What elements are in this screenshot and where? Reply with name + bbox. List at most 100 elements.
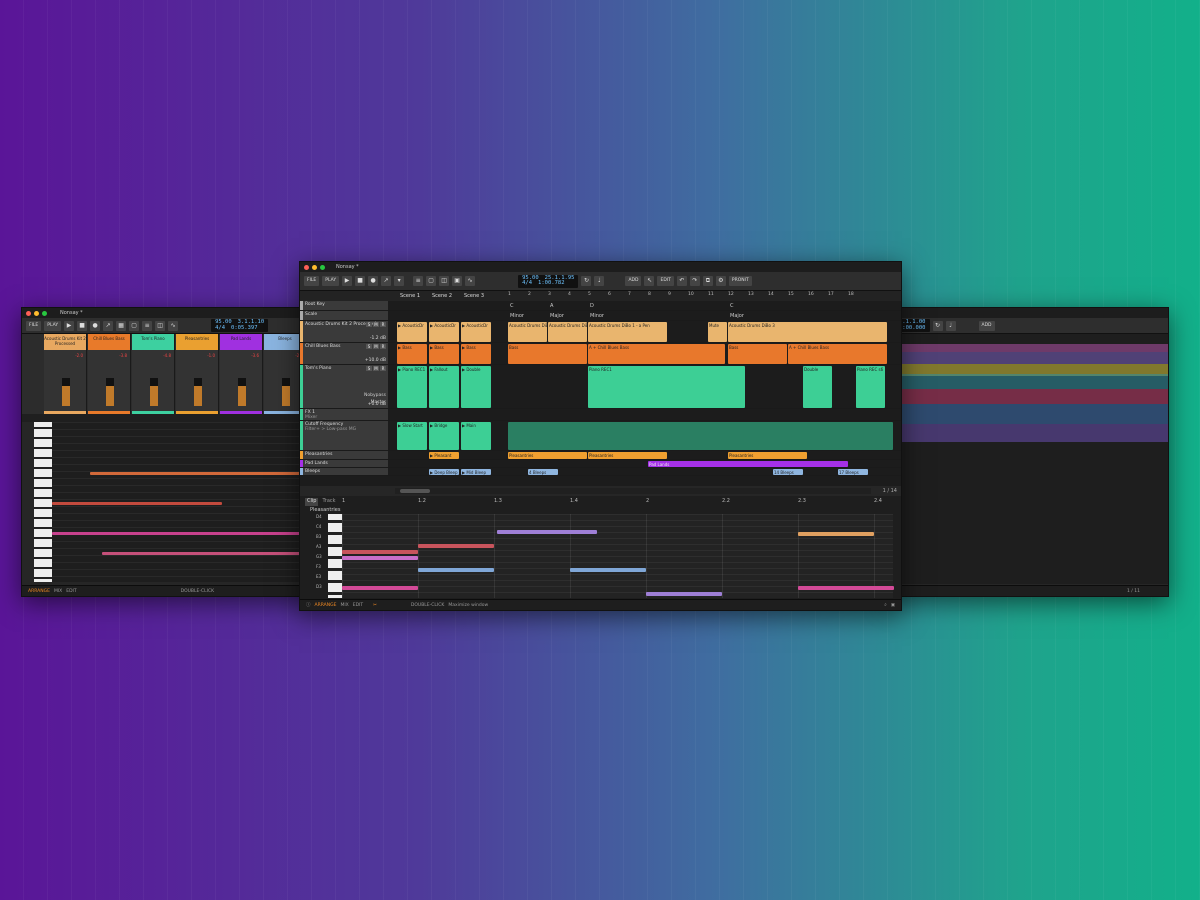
clip[interactable]: A + Chill Blues Bass [788,344,887,364]
main-transport-display[interactable]: 95.00 25.1.1.95 4/4 1:00.782 [518,274,579,288]
midi-note[interactable] [418,544,494,548]
midi-note[interactable] [342,556,418,560]
zoom-icon[interactable] [42,310,47,316]
track-volume[interactable]: +10.0 dB [365,358,386,363]
clip[interactable]: A + Chill Blues Bass [588,344,725,364]
midi-note[interactable] [342,586,418,590]
track-header[interactable]: Bleeps [300,468,388,475]
pointer-icon[interactable]: ↖ [644,276,655,286]
midi-note[interactable] [52,532,310,535]
clip[interactable]: ▶ Main [461,422,491,450]
clip[interactable]: ▶ Deep Bleep [429,469,459,475]
browser-icon[interactable]: ◫ [439,276,450,286]
loop-icon[interactable]: ↻ [932,320,943,331]
track-option[interactable]: Master [371,400,386,405]
close-icon[interactable] [304,264,309,270]
clip[interactable]: Pad Lands [648,461,848,467]
undo-icon[interactable]: ↶ [676,276,687,286]
clip[interactable]: ▶ Slow Start [397,422,427,450]
file-button[interactable]: FILE [26,320,42,331]
play-icon[interactable]: ▶ [342,276,353,286]
midi-note[interactable] [90,472,310,475]
clip[interactable]: Acoustic Drums DiBo 3 [728,322,887,342]
midi-note[interactable] [342,550,418,554]
clip-tab[interactable]: Clip [305,498,319,506]
clip[interactable]: Pleasantries [588,452,667,459]
redo-icon[interactable]: ↷ [689,276,700,286]
mixer-channel[interactable]: Chill Blues Bass -3.8 [88,334,131,414]
track-header[interactable]: Tom's Piano S M R +0.0 dB Nobypass Master [300,365,388,408]
track-header[interactable]: Pad Lands [300,460,388,467]
clip[interactable]: ▶ Bass [429,344,459,364]
clip[interactable]: ▶ Fallout [429,366,459,408]
mix-tab[interactable]: MIX [340,603,348,608]
midi-note[interactable] [798,532,874,536]
track-header[interactable]: Root Key [300,301,388,310]
track-header[interactable]: FX 1 Mixer [300,409,388,420]
record-icon[interactable]: ● [90,320,101,331]
automation-lane[interactable] [901,389,1168,404]
list-icon[interactable]: ≡ [413,276,424,286]
wave-icon[interactable]: ∿ [168,320,179,331]
clip[interactable]: ▶ Bridge [429,422,459,450]
clip[interactable]: Acoustic Drums DiBo 1 - a Pen [588,322,667,342]
play-button[interactable]: PLAY [322,276,340,286]
mute-button[interactable]: M [373,366,379,371]
metronome-icon[interactable]: ♩ [945,320,956,331]
clip[interactable]: ▶ AcousticDr [461,322,491,342]
zoom-icon[interactable] [320,264,325,270]
arm-button[interactable]: R [380,366,386,371]
solo-button[interactable]: S [366,366,372,371]
copy-icon[interactable]: ⧉ [702,276,713,286]
solo-button[interactable]: S [366,344,372,349]
time-signature[interactable]: 4/4 [522,280,532,287]
midi-note[interactable] [646,592,722,596]
clip[interactable]: 4 Bleeps [528,469,558,475]
automation-icon[interactable]: ↗ [381,276,392,286]
automation-icon[interactable]: ↗ [103,320,114,331]
track-row[interactable]: Bleeps [300,468,901,476]
midi-note[interactable] [102,552,302,555]
clip[interactable] [508,422,893,450]
clip[interactable]: ▶ Pleasant [429,452,459,459]
clip[interactable]: ▶ Piano REC1 [397,366,427,408]
automation-lane[interactable] [901,374,1168,389]
clip[interactable]: Piano REC s6 [856,366,885,408]
track-option[interactable]: Nobypass [364,393,386,398]
midi-note[interactable] [570,568,646,572]
arrange-tab[interactable]: ARRANGE [315,603,337,608]
edit-tab[interactable]: EDIT [353,603,363,608]
clip[interactable]: 14 Bleeps [773,469,803,475]
scene-2[interactable]: Scene 2 [429,291,461,301]
edit-button[interactable]: EDIT [657,276,674,286]
clip[interactable]: Piano REC1 [588,366,745,408]
clip[interactable]: Pleasantries [508,452,587,459]
editor-ruler[interactable]: 1 1.2 1.3 1.4 2 2.2 2.3 2.4 [342,498,893,506]
comment-icon[interactable]: ▢ [426,276,437,286]
editor-piano-keys[interactable]: D4 C4 B3 A3 G3 F3 E3 D3 [316,514,342,598]
timeline-ruler[interactable]: 1 2 3 4 5 6 7 8 9 10 11 12 13 14 15 16 17 18 [508,291,893,301]
settings-icon[interactable]: ⚙ [715,276,726,286]
automation-lane[interactable] [901,344,1168,352]
grid-icon[interactable]: ▦ [116,320,127,331]
clip[interactable]: Double [803,366,832,408]
left-transport-display[interactable]: 95.00 3.1.1.10 4/4 0:05.397 [211,319,269,332]
arm-button[interactable]: R [380,322,386,327]
mixer-channel[interactable]: Pleasantries -1.0 [176,334,219,414]
pronit-button[interactable]: PRONIT [728,276,752,286]
scene-1[interactable]: Scene 1 [397,291,429,301]
wave-icon[interactable]: ∿ [465,276,476,286]
search-icon[interactable]: ⌕ [884,602,887,608]
close-icon[interactable] [26,310,31,316]
inspector-icon[interactable]: ▣ [452,276,463,286]
save-icon[interactable]: ▣ [891,603,895,608]
mixer-channel[interactable]: Tom's Piano -4.8 [132,334,175,414]
clip[interactable]: 17 Bleeps [838,469,868,475]
track-header[interactable]: Scale [300,311,388,320]
clip[interactable]: ▶ Double [461,366,491,408]
play-button[interactable]: PLAY [44,320,62,331]
info-icon[interactable]: ⓘ [306,602,311,608]
clip[interactable]: Acoustic Drums DiBo 1 - a Pen [508,322,547,342]
midi-note[interactable] [52,502,222,505]
play-icon[interactable]: ▶ [64,320,75,331]
